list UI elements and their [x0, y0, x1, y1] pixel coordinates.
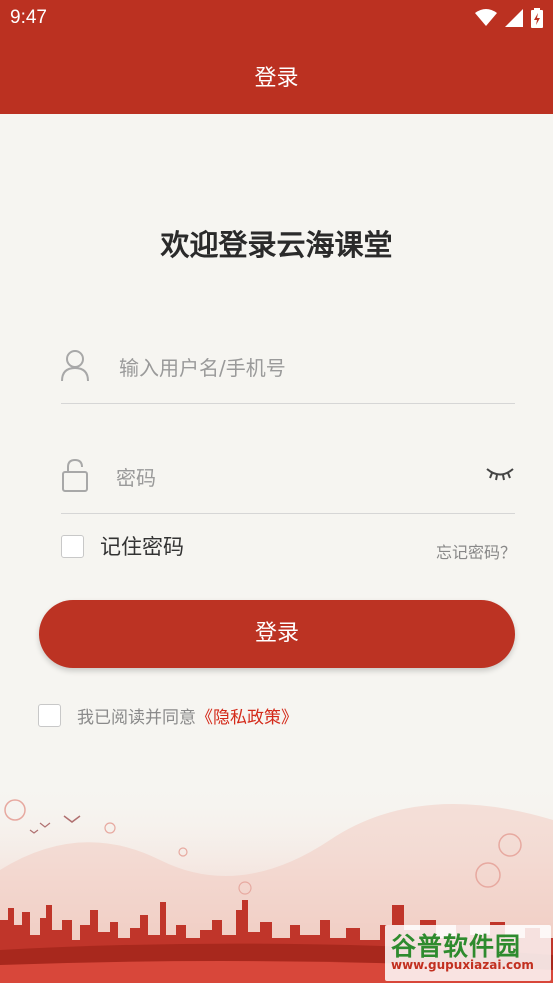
forgot-password-link[interactable]: 忘记密码？ — [436, 539, 516, 563]
welcome-heading: 欢迎登录云海课堂 — [160, 228, 393, 262]
remember-checkbox[interactable] — [61, 534, 84, 558]
agreement-text: 我已阅读并同意 — [77, 707, 196, 728]
privacy-agreement[interactable]: 我已阅读并同意 《隐私政策》 — [38, 703, 298, 728]
lock-icon — [62, 458, 88, 492]
battery-icon — [531, 8, 543, 28]
remember-password[interactable]: 记住密码 — [61, 533, 184, 559]
watermark: 谷普软件园 www.gupuxiazai.com — [385, 925, 551, 981]
status-bar: 9:47 — [0, 0, 553, 36]
eye-closed-icon[interactable] — [485, 464, 515, 482]
privacy-policy-link[interactable]: 《隐私政策》 — [196, 703, 298, 728]
user-icon — [61, 350, 89, 382]
username-placeholder: 输入用户名/手机号 — [119, 356, 286, 380]
remember-label: 记住密码 — [100, 535, 184, 559]
status-time: 9:47 — [10, 7, 47, 28]
agreement-checkbox[interactable] — [38, 703, 61, 727]
page-title: 登录 — [254, 66, 299, 91]
password-placeholder: 密码 — [116, 466, 156, 490]
wifi-icon — [475, 9, 497, 26]
username-field[interactable]: 输入用户名/手机号 — [61, 344, 515, 404]
app-bar: 登录 — [0, 36, 553, 114]
status-icons — [475, 8, 543, 28]
watermark-url: www.gupuxiazai.com — [391, 958, 534, 972]
password-field[interactable]: 密码 — [61, 454, 515, 514]
signal-icon — [505, 9, 523, 27]
login-button[interactable]: 登录 — [39, 600, 515, 668]
